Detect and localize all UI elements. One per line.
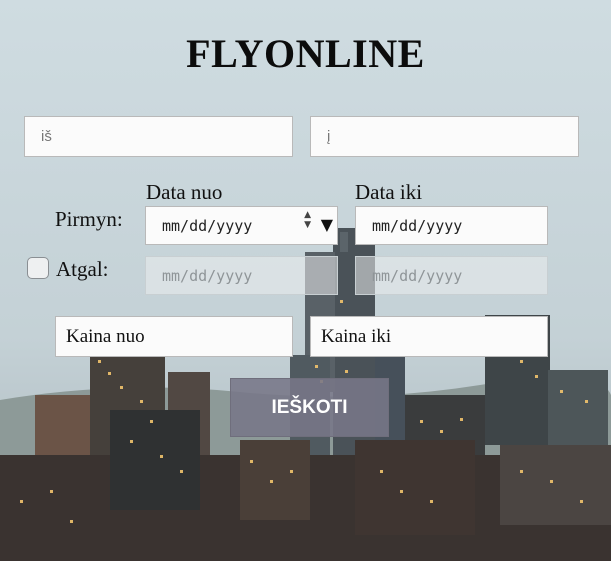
spinner-icon[interactable]: ▲ ▼ [304,210,311,230]
date-from-label: Data nuo [146,180,223,204]
search-button[interactable]: IEŠKOTI [230,378,389,437]
outbound-date-from-input[interactable]: mm/dd/yyyy ▲ ▼ ▼ [145,206,338,245]
destination-input[interactable]: į [310,116,579,157]
return-label: Atgal: [56,257,109,281]
date-to-label: Data iki [355,180,423,204]
return-checkbox[interactable] [27,257,49,279]
return-date-from-input[interactable]: mm/dd/yyyy [145,256,338,295]
price-max-input[interactable]: Kaina iki [310,316,548,357]
return-date-from-value: mm/dd/yyyy [162,266,253,285]
outbound-label: Pirmyn: [55,207,123,231]
return-date-to-value: mm/dd/yyyy [372,266,463,285]
origin-input[interactable]: iš [24,116,293,157]
outbound-date-from-value: mm/dd/yyyy [162,216,253,235]
return-date-to-input[interactable]: mm/dd/yyyy [355,256,548,295]
outbound-date-to-input[interactable]: mm/dd/yyyy [355,206,548,245]
dropdown-arrow-icon[interactable]: ▼ [321,215,333,234]
app-title: FLYONLINE [186,31,425,76]
outbound-date-to-value: mm/dd/yyyy [372,216,463,235]
price-min-input[interactable]: Kaina nuo [55,316,293,357]
